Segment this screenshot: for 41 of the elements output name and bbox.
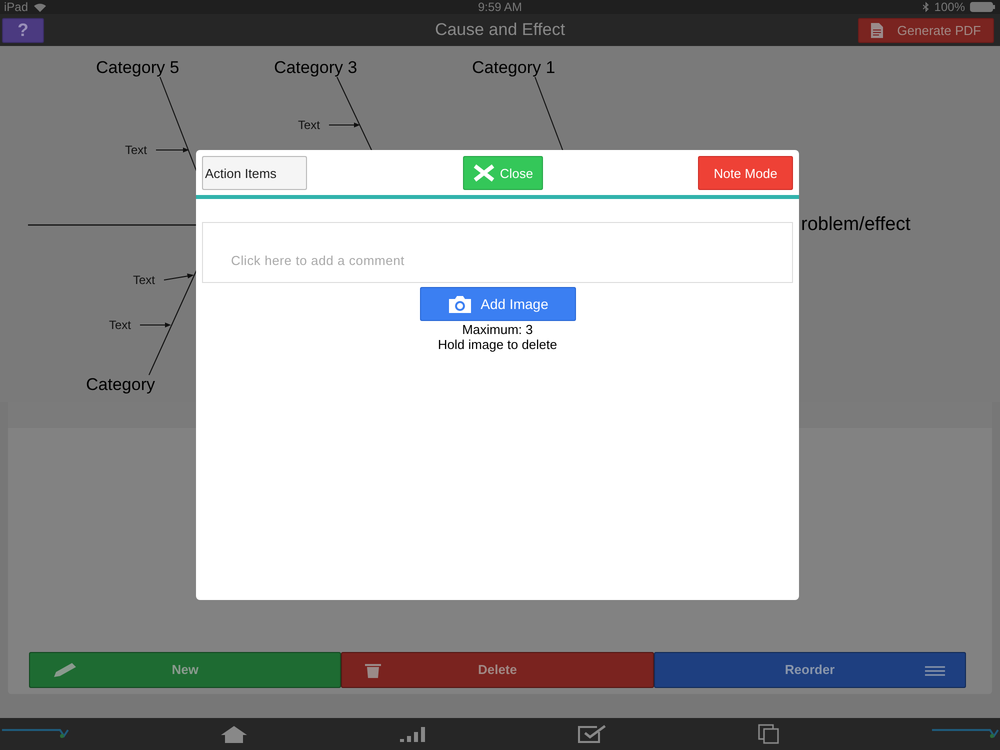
checkbox-icon[interactable]: [577, 724, 608, 744]
generate-pdf-button[interactable]: Generate PDF: [858, 18, 994, 43]
category-label: Category 3: [274, 58, 358, 78]
close-icon: [472, 164, 496, 182]
action-items-button[interactable]: Action Items: [202, 156, 307, 190]
arrow-line: [140, 322, 171, 328]
cause-label: Text: [125, 143, 148, 158]
cause-label: Text: [133, 273, 156, 288]
menu-icon: [924, 666, 945, 676]
reorder-button[interactable]: Reorder: [654, 652, 966, 688]
home-icon[interactable]: [220, 724, 248, 743]
carrier-label: iPad: [4, 0, 28, 14]
wifi-icon: [33, 2, 48, 12]
document-icon: [871, 22, 884, 38]
close-button[interactable]: Close: [462, 156, 542, 190]
new-button[interactable]: New: [29, 652, 342, 688]
category-label: Category 5: [96, 58, 180, 78]
help-button[interactable]: ?: [2, 18, 44, 43]
arrow-line: [156, 148, 189, 153]
delete-button[interactable]: Delete: [341, 652, 654, 688]
trash-icon: [364, 662, 382, 678]
bluetooth-icon: [923, 2, 930, 12]
screen-title: Cause and Effect: [434, 20, 566, 40]
cause-label: Text: [298, 118, 320, 132]
battery-icon: [970, 2, 996, 12]
note-mode-button[interactable]: Note Mode: [698, 156, 793, 190]
camera-icon: [446, 296, 473, 312]
effect-label: roblem/effect: [801, 214, 910, 236]
delete-hint: Hold image to delete: [438, 337, 558, 352]
category-label: Category: [86, 375, 155, 396]
comment-field[interactable]: Click here to add a comment: [202, 222, 793, 283]
maximum-hint: Maximum: 3: [462, 322, 533, 337]
battery-label: 100%: [934, 0, 965, 14]
arrow-line: [328, 122, 360, 128]
time-label: 9:59 AM: [478, 0, 522, 14]
category-label: Category 1: [472, 58, 556, 78]
copy-icon[interactable]: [758, 724, 780, 744]
arrow-line: [164, 274, 194, 281]
bar-chart-icon[interactable]: [398, 726, 427, 742]
cause-label: Text: [109, 318, 132, 332]
add-image-button[interactable]: Add Image: [420, 287, 576, 321]
